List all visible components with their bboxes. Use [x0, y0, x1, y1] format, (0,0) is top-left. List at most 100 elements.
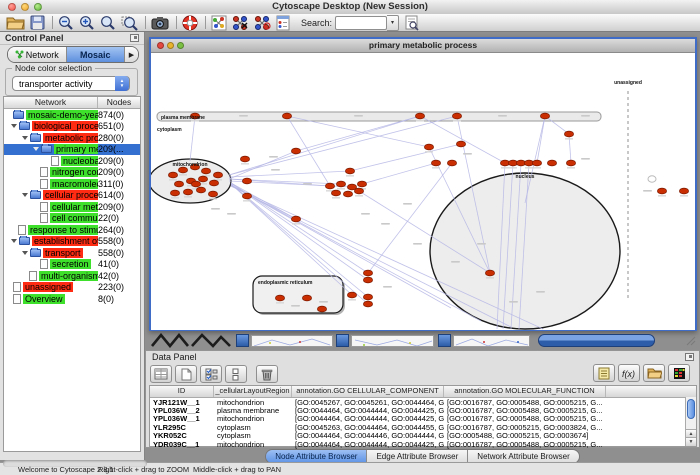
vizmapper-icon[interactable] — [276, 14, 290, 31]
tree-row[interactable]: nucleobase-209(0) — [4, 155, 140, 167]
tree-row[interactable]: nitrogen compo209(0) — [4, 167, 140, 179]
app-titlebar[interactable]: Cytoscape Desktop (New Session) — [0, 0, 700, 15]
zoom-fit-icon[interactable] — [100, 14, 116, 31]
network-node[interactable] — [363, 270, 372, 276]
expand-arrow-icon[interactable] — [11, 124, 17, 128]
network-node[interactable] — [566, 160, 575, 166]
network-edge[interactable] — [229, 116, 420, 175]
network-node[interactable] — [363, 301, 372, 307]
network-tree-header[interactable]: Network Nodes — [4, 97, 140, 109]
network-node[interactable] — [170, 190, 179, 196]
zoom-out-icon[interactable] — [58, 14, 74, 31]
network-node[interactable] — [191, 181, 200, 187]
network-edge[interactable] — [362, 163, 436, 184]
network-node[interactable] — [317, 306, 326, 312]
tree-row[interactable]: primary metabo209(... — [4, 144, 140, 156]
destroy-network-icon[interactable] — [232, 14, 249, 31]
tree-row[interactable]: cell communicat22(0) — [4, 213, 140, 225]
scrollbar-thumb[interactable] — [687, 399, 695, 419]
column-id[interactable]: ID — [150, 386, 214, 397]
help-icon[interactable] — [182, 14, 198, 31]
network-node[interactable] — [196, 187, 205, 193]
network-edge[interactable] — [229, 171, 350, 177]
background-window-thumbnail[interactable] — [251, 335, 333, 347]
network-node[interactable] — [345, 168, 354, 174]
network-node[interactable] — [447, 160, 456, 166]
network-node[interactable] — [424, 144, 433, 150]
network-node[interactable] — [208, 191, 217, 197]
network-node[interactable] — [302, 295, 311, 301]
network-node[interactable] — [168, 172, 177, 178]
network-window-titlebar[interactable]: primary metabolic process — [151, 39, 695, 53]
resize-grip-icon[interactable] — [686, 336, 696, 346]
network-edge[interactable] — [350, 144, 461, 171]
network-edge[interactable] — [190, 116, 195, 161]
network-edge[interactable] — [420, 116, 505, 163]
attribute-batch-edit-icon[interactable] — [200, 365, 222, 383]
heatmap-icon[interactable] — [668, 364, 690, 382]
tree-row[interactable]: establishment of lo558(0) — [4, 236, 140, 248]
network-node[interactable] — [363, 294, 372, 300]
background-window-corner[interactable] — [336, 334, 349, 347]
tab-network[interactable]: Network — [8, 47, 67, 62]
expand-arrow-icon[interactable] — [22, 193, 28, 197]
background-window-corner[interactable] — [438, 334, 451, 347]
expand-arrow-icon[interactable] — [33, 147, 39, 151]
network-node[interactable] — [347, 292, 356, 298]
network-node[interactable] — [275, 295, 284, 301]
network-node[interactable] — [209, 180, 218, 186]
function-builder-icon[interactable]: f(x) — [618, 364, 640, 382]
network-node[interactable] — [343, 191, 352, 197]
expand-arrow-icon[interactable] — [22, 136, 28, 140]
expand-arrow-icon[interactable] — [11, 239, 17, 243]
network-node[interactable] — [485, 270, 494, 276]
create-network-icon[interactable] — [211, 14, 227, 31]
network-node[interactable] — [540, 113, 549, 119]
match-attributes-icon[interactable] — [225, 365, 247, 383]
tree-row[interactable]: biological_process651(0) — [4, 121, 140, 133]
tree-row[interactable]: response to stimulu264(0) — [4, 224, 140, 236]
network-node[interactable] — [456, 141, 465, 147]
export-image-icon[interactable] — [151, 14, 169, 31]
network-node[interactable] — [415, 113, 424, 119]
network-view-window[interactable]: primary metabolic process plasma membran… — [149, 37, 697, 331]
background-window-thumbnail[interactable] — [453, 335, 530, 347]
network-node[interactable] — [240, 156, 249, 162]
network-node[interactable] — [174, 181, 183, 187]
column-region[interactable]: _cellularLayoutRegion — [214, 386, 292, 397]
table-cell-mf[interactable]: [GO:0016787, GO:0005488, GO:0005215, G..… — [444, 440, 606, 449]
tree-row[interactable]: mosaic-demo-yeast874(0) — [4, 109, 140, 121]
save-session-icon[interactable] — [30, 14, 45, 31]
column-molecular-function[interactable]: annotation.GO MOLECULAR_FUNCTION — [444, 386, 606, 397]
tree-row[interactable]: unassigned223(0) — [4, 282, 140, 294]
tree-column-network[interactable]: Network — [4, 97, 98, 108]
zoom-in-icon[interactable] — [79, 14, 95, 31]
table-scrollbar[interactable]: ▲ ▼ — [685, 397, 696, 446]
network-node[interactable] — [242, 193, 251, 199]
tree-row[interactable]: transport558(0) — [4, 247, 140, 259]
float-panel-icon[interactable] — [130, 34, 139, 42]
network-edge[interactable] — [537, 116, 545, 163]
node-color-select[interactable]: transporter activity ▲▼ — [12, 76, 130, 91]
background-window-thumbnail[interactable] — [351, 335, 434, 347]
network-node[interactable] — [201, 168, 210, 174]
table-row[interactable]: YDR039C__1mitochondrion[GO:0044464, GO:0… — [150, 440, 696, 448]
tree-row[interactable]: multi-organism pro42(0) — [4, 270, 140, 282]
tree-row[interactable]: Overview8(0) — [4, 293, 140, 305]
network-node[interactable] — [452, 113, 461, 119]
search-input[interactable] — [335, 16, 387, 30]
tab-overflow-icon[interactable]: ▶ — [125, 47, 138, 62]
network-node[interactable] — [242, 178, 251, 184]
search-dropdown-icon[interactable]: ▾ — [387, 15, 399, 31]
background-window-corner[interactable] — [236, 334, 249, 347]
table-cell-region[interactable]: mitochondrion — [214, 440, 292, 449]
create-view-icon[interactable] — [254, 14, 271, 31]
scroll-down-icon[interactable]: ▼ — [686, 437, 696, 446]
network-node[interactable] — [282, 113, 291, 119]
tree-column-nodes[interactable]: Nodes — [98, 97, 140, 108]
network-node[interactable] — [547, 160, 556, 166]
table-cell-id[interactable]: YDR039C__1 — [150, 440, 214, 449]
float-panel-icon[interactable] — [685, 353, 694, 361]
network-node[interactable] — [331, 190, 340, 196]
column-cellular-component[interactable]: annotation.GO CELLULAR_COMPONENT — [292, 386, 444, 397]
